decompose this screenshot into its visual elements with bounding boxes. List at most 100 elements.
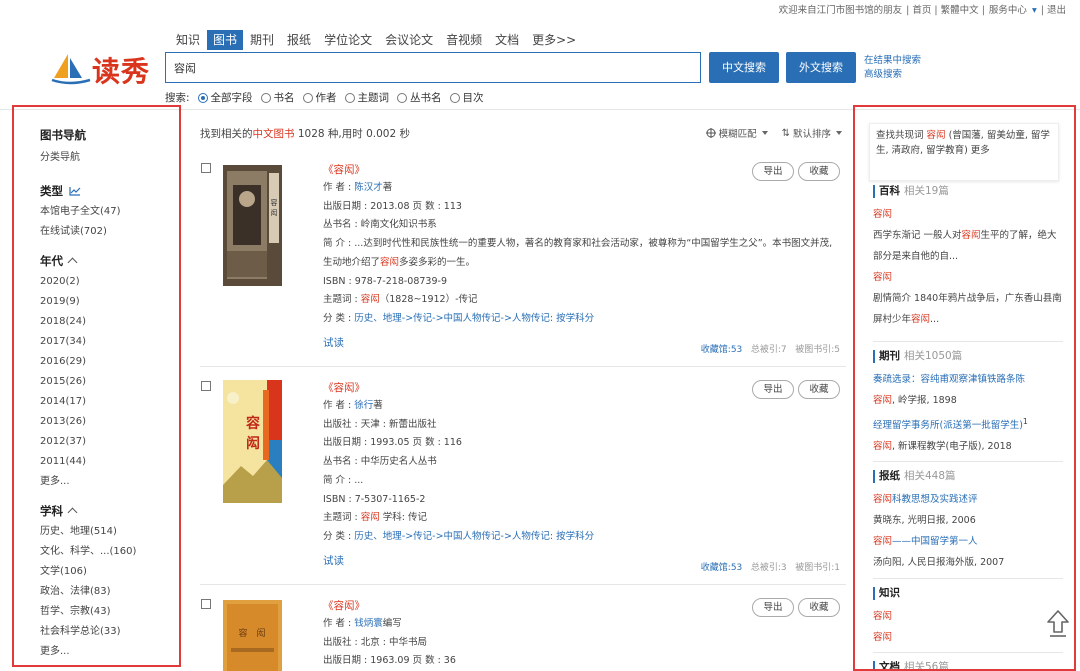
select-checkbox[interactable] — [201, 381, 211, 391]
author-link[interactable]: 钱炳寰 — [354, 618, 383, 629]
trial-read-link[interactable]: 试读 — [323, 553, 743, 568]
select-checkbox[interactable] — [201, 599, 211, 609]
channel-tab[interactable]: 学位论文 — [318, 30, 378, 50]
year-filter-item[interactable]: 2014(17) — [40, 392, 179, 412]
journal-heading[interactable]: 期刊 相关1050篇 — [873, 350, 1063, 363]
service-center-link[interactable]: 服务中心 ▾ — [988, 5, 1038, 16]
back-to-top-icon[interactable] — [1045, 608, 1071, 638]
journal-item-title[interactable]: 经理留学事务所(派送第一批留学生)1 — [873, 411, 1063, 436]
channel-tab[interactable]: 音视频 — [440, 30, 488, 50]
favorite-button[interactable]: 收藏 — [798, 162, 840, 181]
newspaper-item-title[interactable]: 容闳——中国留学第一人 — [873, 531, 1063, 552]
year-filter-item[interactable]: 2019(9) — [40, 292, 179, 312]
knowledge-item[interactable]: 容闳 — [873, 627, 1063, 648]
scope-option[interactable]: 目次 — [449, 90, 484, 105]
favorite-button[interactable]: 收藏 — [798, 598, 840, 617]
holdings-count[interactable]: 收藏馆:53 — [701, 345, 743, 355]
subject-filter-item[interactable]: 社会科学总论(33) — [40, 622, 179, 642]
holdings-count[interactable]: 收藏馆:53 — [701, 563, 743, 573]
scope-option[interactable]: 作者 — [302, 90, 337, 105]
baike-heading[interactable]: 百科 相关19篇 — [873, 185, 1063, 198]
knowledge-item[interactable]: 容闳 — [873, 606, 1063, 627]
year-more-link[interactable]: 更多... — [40, 472, 179, 492]
category-nav-link[interactable]: 分类导航 — [40, 148, 179, 168]
book-cover-image[interactable]: 容 闳 — [223, 380, 282, 503]
class-link[interactable]: 历史、地理->传记->中国人物传记->人物传记: 按学科分 — [354, 313, 594, 324]
home-link[interactable]: 首页 — [912, 5, 931, 16]
highlight-term: 容闳 — [961, 230, 981, 241]
scope-option[interactable]: 全部字段 — [197, 90, 253, 105]
select-checkbox[interactable] — [201, 163, 211, 173]
year-filter-item[interactable]: 2020(2) — [40, 272, 179, 292]
document-heading[interactable]: 文档 相关56篇 — [873, 661, 1063, 671]
year-filter-item[interactable]: 2016(29) — [40, 352, 179, 372]
book-cover-image[interactable]: 容 闳 — [223, 600, 282, 671]
year-filter-item[interactable]: 2011(44) — [40, 452, 179, 472]
journal-item-title[interactable]: 奏疏选录：容纯甫观察津镇铁路条陈 — [873, 369, 1063, 390]
type-filter-item[interactable]: 本馆电子全文(47) — [40, 202, 179, 222]
favorite-button[interactable]: 收藏 — [798, 380, 840, 399]
author-link[interactable]: 陈汉才 — [354, 182, 383, 193]
traditional-link[interactable]: 繁體中文 — [941, 5, 979, 16]
newspaper-item-title[interactable]: 容闳科教思想及实践述评 — [873, 489, 1063, 510]
scope-option[interactable]: 书名 — [260, 90, 295, 105]
channel-tab[interactable]: 文档 — [489, 30, 525, 50]
type-filter-item[interactable]: 在线试读(702) — [40, 222, 179, 242]
search-input[interactable] — [165, 52, 701, 83]
baike-item-title[interactable]: 容闳 — [873, 267, 1063, 288]
subject-heading-label: 学科 — [40, 504, 63, 518]
export-button[interactable]: 导出 — [752, 162, 794, 181]
author-link[interactable]: 徐行 — [354, 400, 373, 411]
channel-tab[interactable]: 图书 — [207, 30, 244, 50]
scope-option[interactable]: 主题词 — [344, 90, 389, 105]
newspaper-heading[interactable]: 报纸 相关448篇 — [873, 470, 1063, 483]
record-title[interactable]: 《容闳》 — [323, 380, 743, 397]
advanced-search-link[interactable]: 高级搜索 — [864, 69, 902, 80]
record-title[interactable]: 《容闳》 — [323, 162, 743, 179]
subject-list: 历史、地理(514) 文化、科学、...(160) 文学(106) 政治、法律(83)… — [40, 522, 179, 642]
chinese-search-button[interactable]: 中文搜索 — [709, 52, 779, 83]
year-filter-item[interactable]: 2012(37) — [40, 432, 179, 452]
sort-dropdown[interactable]: ⇅ 默认排序 — [782, 126, 842, 140]
search-in-results-link[interactable]: 在结果中搜索 — [864, 55, 921, 66]
channel-tab[interactable]: 会议论文 — [379, 30, 439, 50]
channel-tab[interactable]: 报纸 — [281, 30, 317, 50]
highlight-term: 容闳 — [911, 314, 931, 325]
subject-heading[interactable]: 学科 — [40, 500, 179, 522]
trial-read-link[interactable]: 试读 — [323, 335, 743, 350]
type-heading: 类型 — [40, 180, 179, 202]
year-filter-item[interactable]: 2013(26) — [40, 412, 179, 432]
channel-tab[interactable]: 更多>> — [526, 30, 582, 50]
baike-item-title[interactable]: 容闳 — [873, 204, 1063, 225]
subject-filter-item[interactable]: 历史、地理(514) — [40, 522, 179, 542]
book-cover-image[interactable]: 容 闳 — [223, 165, 282, 286]
site-logo[interactable]: 读秀 — [46, 48, 156, 92]
class-link[interactable]: 历史、地理->传记->中国人物传记->人物传记: 按学科分 — [354, 531, 594, 542]
channel-tab[interactable]: 知识 — [170, 30, 206, 50]
foreign-search-button[interactable]: 外文搜索 — [786, 52, 856, 83]
logout-link[interactable]: 退出 — [1047, 5, 1066, 16]
subject-more-link[interactable]: 更多... — [40, 642, 179, 662]
export-button[interactable]: 导出 — [752, 380, 794, 399]
trend-chart-icon[interactable] — [69, 186, 81, 196]
subject-filter-item[interactable]: 文学(106) — [40, 562, 179, 582]
knowledge-heading[interactable]: 知识 — [873, 587, 1063, 600]
year-heading[interactable]: 年代 — [40, 250, 179, 272]
document-heading-label: 文档 — [879, 661, 900, 671]
channel-tab[interactable]: 期刊 — [244, 30, 280, 50]
subject-filter-item[interactable]: 文化、科学、...(160) — [40, 542, 179, 562]
record-isbn: ISBN : 978-7-218-08739-9 — [323, 275, 447, 287]
export-button[interactable]: 导出 — [752, 598, 794, 617]
year-filter-item[interactable]: 2018(24) — [40, 312, 179, 332]
subject-filter-item[interactable]: 哲学、宗教(43) — [40, 602, 179, 622]
journal-item-source: 容闳, 新课程教学(电子版), 2018 — [873, 436, 1063, 457]
year-filter-item[interactable]: 2015(26) — [40, 372, 179, 392]
service-center-label: 服务中心 — [988, 5, 1027, 16]
record-title[interactable]: 《容闳》 — [323, 598, 743, 615]
year-filter-item[interactable]: 2017(34) — [40, 332, 179, 352]
subject-filter-item[interactable]: 政治、法律(83) — [40, 582, 179, 602]
fuzzy-match-dropdown[interactable]: 模糊匹配 — [705, 126, 768, 140]
scope-option[interactable]: 丛书名 — [397, 90, 442, 105]
type-heading-label: 类型 — [40, 184, 63, 198]
highlight-term[interactable]: 容闳 — [927, 130, 946, 141]
